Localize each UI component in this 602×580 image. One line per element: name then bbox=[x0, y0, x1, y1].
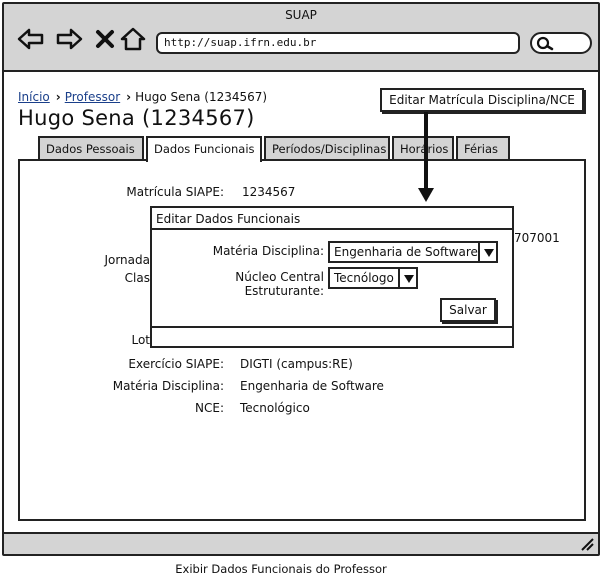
matricula-value: 1234567 bbox=[242, 185, 296, 199]
back-button[interactable] bbox=[16, 24, 46, 54]
save-button[interactable]: Salvar bbox=[440, 298, 496, 322]
materia-value: Engenharia de Software bbox=[240, 379, 384, 393]
page-title: Hugo Sena (1234567) bbox=[18, 106, 255, 130]
address-bar[interactable]: http://suap.ifrn.edu.br bbox=[156, 32, 520, 54]
dialog-title: Editar Dados Funcionais bbox=[152, 208, 512, 230]
partial-value: 707001 bbox=[514, 231, 560, 245]
breadcrumb: Início › Professor › Hugo Sena (1234567) bbox=[18, 90, 267, 104]
browser-window: SUAP http://suap.ifrn.edu.br Início › Prof… bbox=[2, 2, 600, 556]
materia-select[interactable]: Engenharia de Software bbox=[328, 241, 498, 263]
close-icon bbox=[96, 30, 114, 48]
lotacao-label: Lot bbox=[131, 333, 150, 347]
back-arrow-icon bbox=[17, 28, 44, 50]
tab-dados-pessoais[interactable]: Dados Pessoais bbox=[38, 136, 144, 160]
breadcrumb-home-link[interactable]: Início bbox=[18, 90, 50, 104]
tab-dados-funcionais[interactable]: Dados Funcionais bbox=[146, 136, 262, 162]
browser-chrome: SUAP http://suap.ifrn.edu.br bbox=[4, 4, 598, 72]
tab-ferias[interactable]: Férias bbox=[456, 136, 510, 160]
breadcrumb-professor-link[interactable]: Professor bbox=[65, 90, 120, 104]
figure-caption: Exibir Dados Funcionais do Professor bbox=[175, 562, 387, 576]
edit-enrollment-button[interactable]: Editar Matrícula Disciplina/NCE bbox=[380, 88, 584, 112]
breadcrumb-current: Hugo Sena (1234567) bbox=[135, 90, 268, 104]
forward-arrow-icon bbox=[56, 28, 83, 50]
home-button[interactable] bbox=[118, 24, 148, 54]
window-title: SUAP bbox=[285, 8, 317, 22]
tab-periodos-disciplinas[interactable]: Períodos/Disciplinas bbox=[264, 136, 390, 160]
dropdown-arrow-icon[interactable] bbox=[478, 241, 498, 263]
nce-value: Tecnológico bbox=[240, 401, 310, 415]
matricula-label: Matrícula SIAPE: bbox=[126, 185, 224, 199]
exercicio-value: DIGTI (campus:RE) bbox=[240, 357, 353, 371]
nce-select[interactable]: Tecnólogo bbox=[328, 267, 418, 289]
edit-dialog: Editar Dados Funcionais Matéria Discipli… bbox=[150, 206, 514, 348]
exercicio-label: Exercício SIAPE: bbox=[128, 357, 224, 371]
status-bar bbox=[4, 532, 598, 554]
nce-label: NCE: bbox=[195, 401, 224, 415]
dialog-materia-label: Matéria Disciplina: bbox=[212, 244, 324, 258]
home-icon bbox=[120, 27, 146, 51]
nce-select-value: Tecnólogo bbox=[334, 271, 394, 285]
breadcrumb-separator-icon: › bbox=[55, 90, 61, 104]
search-field[interactable] bbox=[530, 32, 592, 54]
resize-grip-icon[interactable] bbox=[580, 537, 594, 551]
materia-label: Matéria Disciplina: bbox=[112, 379, 224, 393]
materia-select-value: Engenharia de Software bbox=[334, 245, 478, 259]
breadcrumb-separator-icon: › bbox=[126, 90, 132, 104]
stop-button[interactable] bbox=[90, 24, 120, 54]
dialog-footer bbox=[152, 326, 512, 346]
arrow-down-icon bbox=[418, 112, 434, 202]
search-icon bbox=[536, 36, 554, 51]
dropdown-arrow-icon[interactable] bbox=[398, 267, 418, 289]
jornada-label: Jornada bbox=[104, 253, 150, 267]
classe-label: Clas bbox=[124, 271, 150, 285]
dialog-nce-label: Núcleo Central Estruturante: bbox=[235, 270, 324, 298]
forward-button[interactable] bbox=[54, 24, 84, 54]
